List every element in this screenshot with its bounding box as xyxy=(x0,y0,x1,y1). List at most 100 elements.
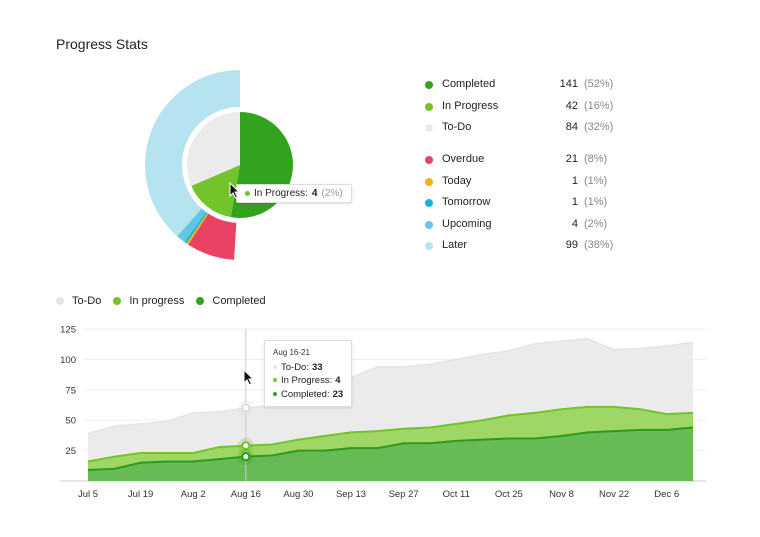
tooltip-value: 23 xyxy=(332,388,344,400)
legend-dot xyxy=(425,177,433,186)
tooltip-dot xyxy=(245,190,250,196)
legend-item-overdue[interactable]: Overdue 21 (8%) xyxy=(425,151,620,173)
legend-percent: (1%) xyxy=(584,174,608,187)
legend-value: 21 xyxy=(565,153,578,165)
x-tick-label: Sep 27 xyxy=(389,489,419,500)
legend-percent: (32%) xyxy=(584,121,614,134)
y-tick-label: 25 xyxy=(65,446,76,457)
legend-label: To-Do xyxy=(72,295,102,307)
mouse-cursor-icon xyxy=(229,182,241,199)
legend-value: 141 xyxy=(559,78,578,90)
legend-value: 1 xyxy=(571,174,578,187)
legend-item-in-progress[interactable]: In Progress 42 (16%) xyxy=(425,98,620,120)
x-tick-label: Dec 6 xyxy=(654,489,679,500)
legend-dot xyxy=(425,220,433,229)
hover-point-in-progress[interactable] xyxy=(241,441,251,451)
progress-donut-chart xyxy=(144,70,293,260)
legend-item-today[interactable]: Today 1 (1%) xyxy=(425,173,620,195)
legend-label: Later xyxy=(442,239,468,252)
x-tick-label: Aug 2 xyxy=(181,489,206,500)
x-tick-label: Jul 19 xyxy=(128,489,153,500)
x-tick-label: Nov 8 xyxy=(549,489,574,500)
tooltip-label: Completed: xyxy=(281,388,330,400)
area-in-progress xyxy=(88,406,693,471)
tooltip-percent: (2%) xyxy=(321,188,343,199)
tooltip-value: 4 xyxy=(335,375,341,386)
legend-value: 84 xyxy=(565,121,578,134)
legend-item-tomorrow[interactable]: Tomorrow 1 (1%) xyxy=(425,194,620,216)
legend-label: Overdue xyxy=(442,153,485,165)
legend-value: 99 xyxy=(565,239,578,252)
legend-dot xyxy=(196,297,205,305)
legend-dot xyxy=(425,156,433,164)
mouse-cursor-icon xyxy=(243,369,255,386)
legend-label: Tomorrow xyxy=(442,196,491,209)
legend-percent: (16%) xyxy=(584,99,614,112)
tooltip-dot xyxy=(273,364,277,369)
hover-point-completed[interactable] xyxy=(241,452,251,462)
tooltip-label: In Progress: xyxy=(254,188,308,199)
due-legend: Overdue 21 (8%) Today 1 (1%) Tomorrow 1 … xyxy=(425,151,620,259)
legend-dot xyxy=(56,297,64,305)
x-tick-label: Oct 11 xyxy=(443,489,470,500)
donut-tooltip: In Progress: 4 (2%) xyxy=(236,184,352,203)
legend-value: 4 xyxy=(571,217,578,230)
status-legend: Completed 141 (52%) In Progress 42 (16%)… xyxy=(425,76,620,141)
legend-label: Today xyxy=(442,174,472,187)
legend-item-completed[interactable]: Completed 141 (52%) xyxy=(425,76,620,98)
x-tick-label: Jul 5 xyxy=(78,489,98,500)
legend-label: In Progress xyxy=(442,99,499,112)
tooltip-value: 4 xyxy=(311,188,318,199)
x-tick-label: Oct 25 xyxy=(495,489,523,500)
area-to-do xyxy=(88,338,693,462)
tooltip-value: 33 xyxy=(311,361,323,373)
progress-area-chart: 25 50 75 100 125 Jul 5 Jul 19 Aug 2 Aug 16 Aug 30… xyxy=(60,325,706,500)
legend-item-to-do[interactable]: To-Do xyxy=(56,295,101,307)
legend-item-later[interactable]: Later 99 (38%) xyxy=(425,237,620,259)
tooltip-row-completed: Completed: 23 xyxy=(273,388,343,402)
hover-point-to-do[interactable] xyxy=(241,403,251,413)
y-tick-label: 75 xyxy=(65,385,76,396)
y-tick-label: 50 xyxy=(65,416,76,427)
legend-percent: (8%) xyxy=(584,153,608,165)
legend-item-to-do[interactable]: To-Do 84 (32%) xyxy=(425,119,620,141)
legend-value: 42 xyxy=(565,99,578,112)
line-to-do xyxy=(87,337,694,435)
legend-label: To-Do xyxy=(442,121,472,134)
legend-label: Completed xyxy=(212,295,266,307)
line-in-progress xyxy=(87,405,694,463)
legend-dot xyxy=(113,297,122,305)
legend-dot xyxy=(425,102,433,111)
legend-percent: (2%) xyxy=(584,217,608,230)
hover-point-in-progress-halo xyxy=(237,437,254,454)
legend-percent: (38%) xyxy=(584,239,614,252)
tooltip-label: To-Do: xyxy=(281,361,309,373)
legend-dot xyxy=(425,124,433,133)
legend-dot xyxy=(425,242,433,251)
tooltip-row-to-do: To-Do: 33 xyxy=(273,361,343,375)
tooltip-label: In Progress: xyxy=(281,375,333,386)
hover-point-completed-halo xyxy=(237,448,254,465)
area-completed xyxy=(88,427,693,481)
legend-label: Upcoming xyxy=(442,217,492,230)
legend-label: Completed xyxy=(442,78,496,90)
legend-percent: (52%) xyxy=(584,78,614,90)
tooltip-header: Aug 16-21 xyxy=(273,348,310,357)
legend-item-completed[interactable]: Completed xyxy=(196,295,266,307)
x-tick-label: Aug 16 xyxy=(231,489,261,500)
legend-value: 1 xyxy=(571,196,578,209)
legend-label: In progress xyxy=(129,295,185,307)
tooltip-row-in-progress: In Progress: 4 xyxy=(273,374,343,388)
hover-point-to-do-halo xyxy=(237,400,254,417)
y-tick-label: 100 xyxy=(60,355,76,366)
x-tick-label: Sep 13 xyxy=(336,489,366,500)
line-completed xyxy=(87,426,694,472)
legend-dot xyxy=(425,81,433,89)
area-chart-legend: To-Do In progress Completed xyxy=(56,295,266,307)
x-tick-label: Nov 22 xyxy=(599,489,629,500)
legend-item-upcoming[interactable]: Upcoming 4 (2%) xyxy=(425,216,620,238)
legend-item-in-progress[interactable]: In progress xyxy=(113,295,184,307)
y-tick-label: 125 xyxy=(60,325,76,336)
x-tick-label: Aug 30 xyxy=(283,489,313,500)
legend-percent: (1%) xyxy=(584,196,608,209)
